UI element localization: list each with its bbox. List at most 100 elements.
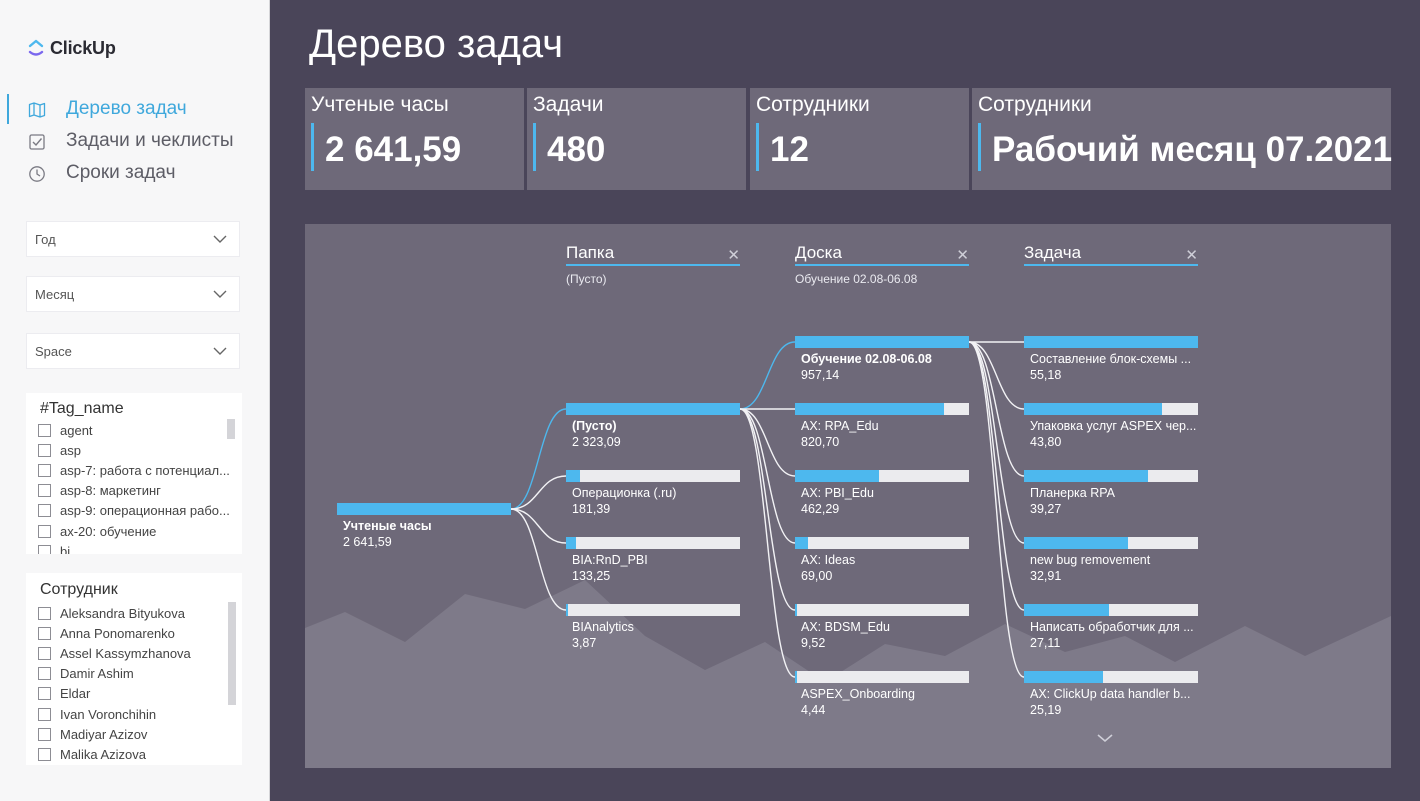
tag-item[interactable]: asp [38, 440, 230, 460]
node-label: AX: Ideas [801, 553, 856, 567]
tag-item[interactable]: bi [38, 541, 230, 554]
checkbox[interactable] [38, 667, 51, 681]
node-label: AX: BDSM_Edu [801, 620, 890, 634]
tag-slicer-scrollbar[interactable] [227, 419, 235, 439]
checkbox[interactable] [38, 727, 51, 741]
node-bar-fill [566, 470, 580, 482]
kpi-card-work-month: Сотрудники Рабочий месяц 07.2021 [972, 88, 1392, 190]
employee-item[interactable]: Anna Ponomarenko [38, 623, 191, 643]
tag-item[interactable]: ax-20: обучение [38, 521, 230, 541]
node-value: 3,87 [572, 636, 597, 650]
tag-item[interactable]: asp-9: операционная рабо... [38, 501, 230, 521]
node-value: 2 641,59 [343, 535, 392, 549]
tag-item[interactable]: asp-8: маркетинг [38, 481, 230, 501]
node-value: 9,52 [801, 636, 826, 650]
node-bar-track [795, 604, 969, 616]
node-value: 55,18 [1030, 368, 1062, 382]
kpi-card-value: 2 641,59 [325, 130, 462, 169]
node-label: AX: ClickUp data handler b... [1030, 687, 1191, 701]
tag-item[interactable]: agent [38, 420, 230, 440]
node-bar-track [566, 604, 740, 616]
checkbox[interactable] [38, 747, 51, 761]
node-label: BIAnalytics [572, 620, 634, 634]
chevron-down-icon [213, 235, 227, 243]
year-filter-label: Год [35, 232, 56, 247]
clickup-logo-icon [28, 39, 44, 56]
checkbox[interactable] [38, 646, 51, 660]
chevron-down-icon[interactable] [1096, 732, 1114, 744]
node-bar-fill [1024, 403, 1162, 415]
checkbox[interactable] [38, 626, 51, 640]
node-bar-fill [795, 604, 797, 616]
decomposition-tree: Папка ✕ (Пусто) Доска ✕ Обучение 02.08-0… [305, 224, 1391, 768]
connector-folder-board [739, 408, 796, 678]
tag-item[interactable]: asp-7: работа с потенциал... [38, 460, 230, 480]
close-icon[interactable]: ✕ [956, 246, 969, 264]
kpi-accent-bar [533, 123, 536, 171]
node-value: 32,91 [1030, 569, 1062, 583]
employee-item[interactable]: Damir Ashim [38, 664, 191, 684]
kpi-card-title: Сотрудники [756, 93, 870, 116]
kpi-card-hours: Учтеные часы 2 641,59 [305, 88, 524, 190]
node-value: 25,19 [1030, 703, 1062, 717]
checkbox[interactable] [38, 504, 51, 518]
checkbox[interactable] [38, 687, 51, 701]
logo: ClickUp [28, 36, 116, 60]
checkbox[interactable] [38, 544, 51, 554]
checkbox[interactable] [38, 423, 51, 437]
page-title: Дерево задач [309, 22, 564, 66]
node-bar-fill [337, 503, 511, 515]
month-filter-dropdown[interactable]: Месяц [26, 276, 240, 312]
employee-item[interactable]: Ivan Voronchihin [38, 704, 191, 724]
level-title: Задача [1024, 243, 1082, 262]
level-selection: (Пусто) [566, 272, 607, 286]
nav-item-label: Задачи и чеклисты [66, 130, 234, 151]
node-bar-fill [1024, 604, 1109, 616]
checkbox[interactable] [38, 606, 51, 620]
node-bar-track [1024, 470, 1198, 482]
node-bar-track [566, 537, 740, 549]
chevron-down-icon [213, 347, 227, 355]
space-filter-label: Space [35, 344, 72, 359]
node-label: Операционка (.ru) [572, 486, 677, 500]
employee-slicer-scrollbar[interactable] [228, 602, 236, 705]
node-value: 462,29 [801, 502, 840, 516]
month-filter-label: Месяц [35, 287, 75, 302]
checkbox[interactable] [38, 443, 51, 457]
employee-item[interactable]: Madiyar Azizov [38, 724, 191, 744]
nav-item-task-deadlines[interactable]: Сроки задач [0, 158, 270, 188]
node-label: Учтеные часы [343, 519, 432, 533]
connector-root-folder [510, 475, 567, 510]
year-filter-dropdown[interactable]: Год [26, 221, 240, 257]
nav-item-task-tree[interactable]: Дерево задач [0, 94, 270, 124]
kpi-card-tasks: Задачи 480 [527, 88, 746, 190]
connector-board-task [968, 341, 1025, 611]
employee-item[interactable]: Aleksandra Bityukova [38, 603, 191, 623]
nav-item-tasks-checklists[interactable]: Задачи и чеклисты [0, 126, 270, 156]
checkbox[interactable] [38, 524, 51, 538]
checkbox[interactable] [38, 707, 51, 721]
node-bar-fill [1024, 470, 1148, 482]
tag-item-label: ax-20: обучение [60, 523, 157, 539]
employee-item-label: Eldar [60, 686, 91, 702]
level-underline [1024, 264, 1198, 266]
checkbox[interactable] [38, 463, 51, 477]
close-icon[interactable]: ✕ [1185, 246, 1198, 264]
space-filter-dropdown[interactable]: Space [26, 333, 240, 369]
node-bar-fill [1024, 537, 1128, 549]
node-bar-fill [795, 336, 969, 348]
logo-text: ClickUp [50, 37, 116, 58]
connector-board-task [968, 341, 1025, 477]
employee-item[interactable]: Malika Azizova [38, 744, 191, 764]
node-bar-fill [795, 470, 879, 482]
tag-item-label: asp-9: операционная рабо... [60, 503, 230, 519]
node-bar-fill [1024, 671, 1103, 683]
tag-slicer-items: agent asp asp-7: работа с потенциал... asp-… [38, 420, 230, 554]
employee-item[interactable]: Assel Kassymzhanova [38, 643, 191, 663]
node-label: (Пусто) [572, 419, 617, 433]
employee-item[interactable]: Eldar [38, 684, 191, 704]
close-icon[interactable]: ✕ [727, 246, 740, 264]
connector-root-folder [510, 408, 567, 510]
node-bar-fill [566, 537, 576, 549]
checkbox[interactable] [38, 484, 51, 498]
